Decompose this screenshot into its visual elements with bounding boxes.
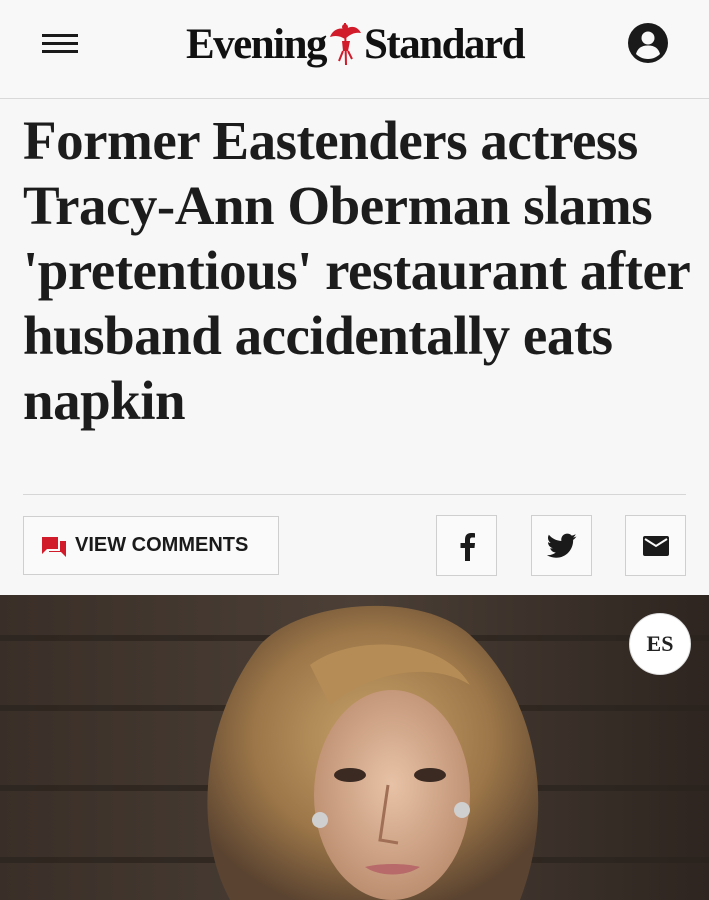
share-facebook-button[interactable] [436, 515, 497, 576]
twitter-icon [546, 533, 576, 558]
share-email-button[interactable] [625, 515, 686, 576]
view-comments-label: VIEW COMMENTS [75, 534, 249, 556]
article-headline: Former Eastenders actress Tracy-Ann Ober… [23, 110, 690, 431]
view-comments-button[interactable]: VIEW COMMENTS [23, 516, 279, 575]
share-twitter-button[interactable] [531, 515, 592, 576]
logo-text-left: Evening [185, 20, 328, 68]
logo-text-right: Standard [363, 20, 526, 68]
site-header: Evening Standard [0, 0, 709, 99]
article-photo[interactable]: ES [0, 595, 709, 900]
hamburger-menu-icon [42, 34, 78, 37]
comment-icon [42, 536, 66, 557]
email-icon [642, 535, 669, 556]
hamburger-line [42, 42, 78, 45]
hamburger-line [42, 50, 78, 53]
portrait-image [0, 595, 709, 900]
site-logo[interactable]: Evening Standard [160, 14, 550, 74]
facebook-icon [460, 532, 475, 561]
account-button[interactable] [628, 23, 668, 63]
account-circle-icon [628, 23, 668, 63]
divider [23, 494, 686, 495]
es-badge: ES [629, 613, 691, 675]
menu-button[interactable] [42, 31, 78, 57]
angel-logo-icon [329, 22, 361, 66]
